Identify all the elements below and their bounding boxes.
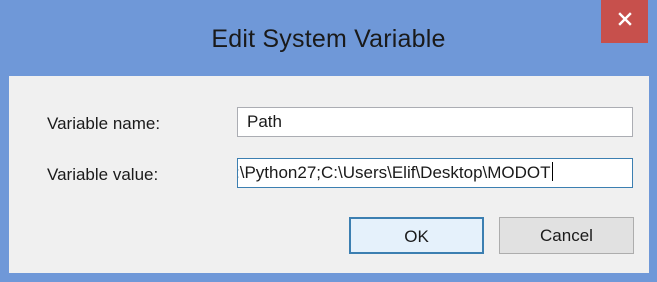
variable-value-input[interactable]: :\Python27;C:\Users\Elif\Desktop\MODOT [237,158,633,188]
variable-name-text: Path [247,112,282,131]
variable-name-input[interactable]: Path [237,107,633,137]
variable-value-text: :\Python27;C:\Users\Elif\Desktop\MODOT [237,163,551,182]
variable-name-label: Variable name: [47,114,161,133]
close-icon [617,12,632,31]
dialog-title: Edit System Variable [211,25,446,53]
variable-value-label: Variable value: [47,165,159,184]
cancel-button[interactable]: Cancel [499,217,634,254]
close-button[interactable] [601,0,648,43]
ok-button[interactable]: OK [349,217,484,254]
text-caret [551,162,553,181]
title-bar[interactable]: Edit System Variable [0,0,657,76]
dialog-body: Variable name: Path Variable value: :\Py… [9,76,649,273]
edit-system-variable-dialog: Edit System Variable Variable name: Path… [0,0,657,282]
